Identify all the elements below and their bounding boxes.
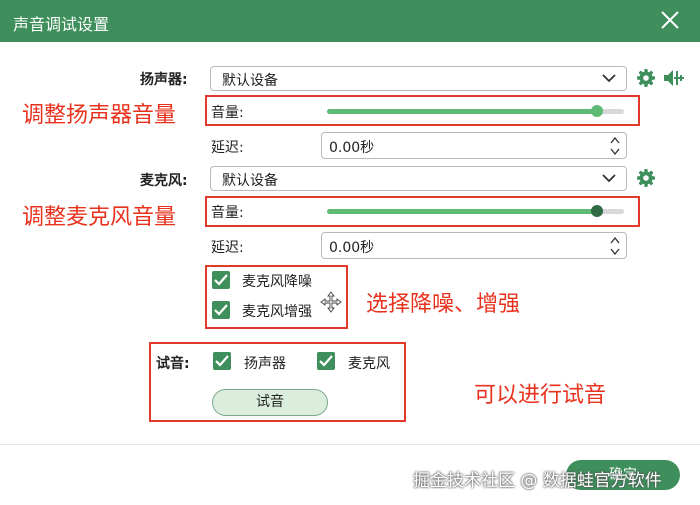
close-button[interactable] xyxy=(656,6,684,34)
chevron-down-icon[interactable] xyxy=(610,248,620,255)
speaker-delay-spinbox[interactable]: 0.00秒 xyxy=(321,132,627,159)
footer-divider xyxy=(0,444,700,445)
chevron-down-icon xyxy=(602,74,616,83)
chevron-down-icon xyxy=(602,174,616,183)
gear-icon xyxy=(637,169,655,187)
speaker-volume-button[interactable] xyxy=(662,67,686,93)
mic-settings-button[interactable] xyxy=(636,168,656,192)
speaker-delay-value: 0.00秒 xyxy=(329,140,375,156)
mic-delay-label: 延迟: xyxy=(211,240,244,256)
annotation-box-mic-volume xyxy=(205,196,640,227)
chevron-down-icon[interactable] xyxy=(610,148,620,155)
mic-delay-spinbox[interactable]: 0.00秒 xyxy=(321,232,627,259)
annotation-box-speaker-volume xyxy=(205,95,640,126)
watermark: 掘金技术社区 @ 数据蛙官方软件 xyxy=(413,471,662,491)
annotation-box-noise xyxy=(205,265,348,329)
speaker-device-select[interactable]: 默认设备 xyxy=(210,66,627,91)
window-title: 声音调试设置 xyxy=(13,15,110,34)
speaker-volume-icon xyxy=(664,70,684,86)
annotation-box-test xyxy=(149,342,406,422)
mic-device-value: 默认设备 xyxy=(222,173,278,189)
gear-icon xyxy=(637,69,655,87)
chevron-up-icon[interactable] xyxy=(610,237,620,244)
mic-delay-value: 0.00秒 xyxy=(329,240,375,256)
annotation-noise: 选择降噪、增强 xyxy=(366,292,521,317)
chevron-up-icon[interactable] xyxy=(610,137,620,144)
speaker-device-value: 默认设备 xyxy=(222,73,278,89)
annotation-test: 可以进行试音 xyxy=(474,383,607,408)
mic-device-select[interactable]: 默认设备 xyxy=(210,166,627,191)
mic-label: 麦克风: xyxy=(140,173,188,189)
close-icon xyxy=(661,11,679,29)
speaker-label: 扬声器: xyxy=(140,72,188,88)
speaker-delay-label: 延迟: xyxy=(211,140,244,156)
annotation-mic-volume: 调整麦克风音量 xyxy=(22,205,177,230)
annotation-speaker-volume: 调整扬声器音量 xyxy=(22,103,177,128)
speaker-settings-button[interactable] xyxy=(636,68,656,92)
title-bar: 声音调试设置 xyxy=(0,0,700,42)
